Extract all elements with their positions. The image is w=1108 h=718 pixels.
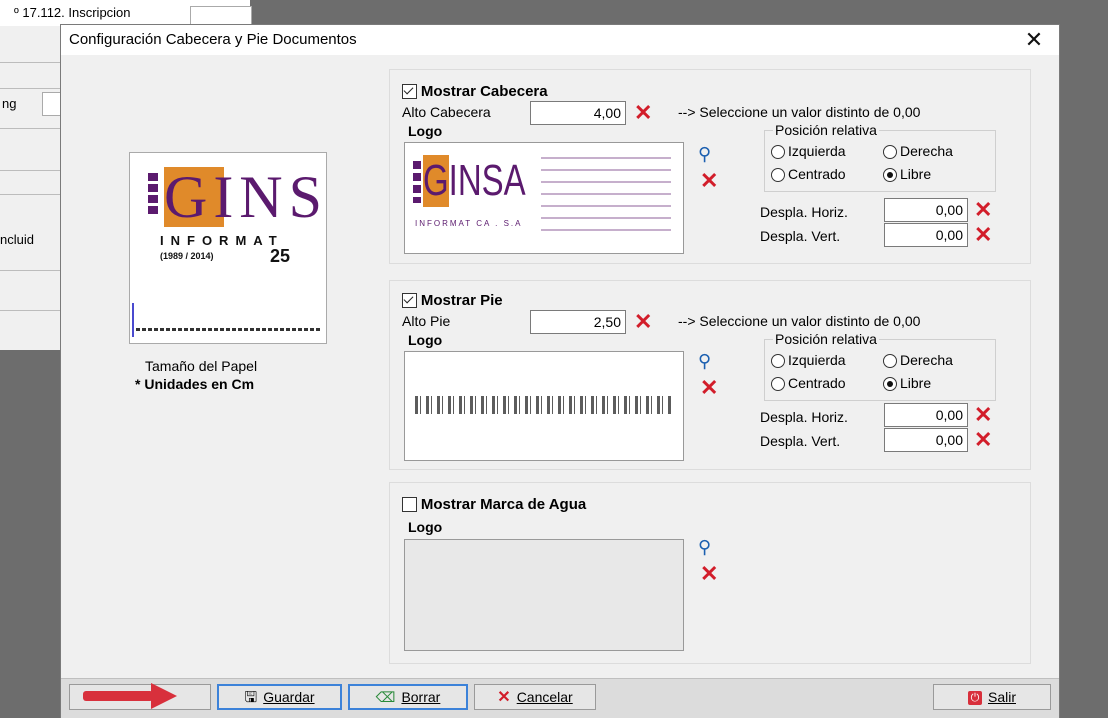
header-horiz-label: Despla. Horiz. [760,204,848,220]
show-header-checkbox[interactable]: Mostrar Cabecera [402,82,548,100]
footer-position-group: Posición relativa Izquierda Derecha Cent… [764,331,996,401]
checkbox-icon [402,292,417,308]
header-hint: --> Seleccione un valor distinto de 0,00 [678,104,921,120]
footer-group: Mostrar Pie Alto Pie 2,50 ✕ --> Seleccio… [389,280,1031,470]
eraser-icon: ⌫ [375,689,396,705]
button-bar: 🖫 Guardar ⌫ Borrar ✕ Cancelar ⏻ Salir [61,678,1059,718]
footer-height-input[interactable]: 2,50 [530,310,626,334]
clear-logo-icon[interactable]: ✕ [700,563,718,585]
show-watermark-label: Mostrar Marca de Agua [420,495,587,513]
header-radio-izquierda[interactable]: Izquierda [771,143,846,160]
radio-icon [883,145,897,160]
footer-logo-image [415,396,671,414]
header-logo-details [541,157,671,241]
search-logo-icon[interactable]: ⚲ [698,144,711,165]
header-logo-preview: GINSA INFORMAT CA . S.A [404,142,684,254]
header-vert-input[interactable]: 0,00 [884,223,968,247]
dialog-titlebar: Configuración Cabecera y Pie Documentos … [61,25,1059,55]
radio-icon [883,168,897,183]
cancel-icon: ✕ [497,689,511,706]
background-label-incluid: ncluid [0,232,34,247]
exit-button[interactable]: ⏻ Salir [933,684,1051,710]
delete-button[interactable]: ⌫ Borrar [348,684,468,710]
header-horiz-input[interactable]: 0,00 [884,198,968,222]
show-footer-checkbox[interactable]: Mostrar Pie [402,291,503,309]
footer-logo-label: Logo [408,332,443,348]
close-icon[interactable]: ✕ [1019,25,1049,55]
radio-icon [771,377,785,392]
header-position-group: Posición relativa Izquierda Derecha Cent… [764,122,996,192]
watermark-logo-preview [404,539,684,651]
clear-footer-height-icon[interactable]: ✕ [634,311,652,333]
header-radio-libre[interactable]: Libre [883,166,931,183]
radio-icon [771,168,785,183]
footer-vert-label: Despla. Vert. [760,433,841,449]
paper-logo-years: (1989 / 2014) [160,251,214,261]
logo-bars-icon [148,173,158,221]
radio-icon [883,354,897,369]
watermark-logo-label: Logo [408,519,443,535]
logo-bars-icon [413,161,421,207]
clear-footer-vert-icon[interactable]: ✕ [974,429,992,451]
paper-logo-subtitle: INFORMAT [160,233,284,248]
search-logo-icon[interactable]: ⚲ [698,351,711,372]
background-label-ng: ng [2,96,17,111]
checkbox-icon [402,496,417,512]
clear-header-vert-icon[interactable]: ✕ [974,224,992,246]
clear-logo-icon[interactable]: ✕ [700,377,718,399]
arrow-annotation-icon [83,691,153,701]
header-radio-centrado[interactable]: Centrado [771,166,846,183]
show-header-label: Mostrar Cabecera [420,82,548,100]
search-logo-icon[interactable]: ⚲ [698,537,711,558]
header-group: Mostrar Cabecera Alto Cabecera 4,00 ✕ --… [389,69,1031,264]
paper-preview: GINSA INFORMAT (1989 / 2014) 25 [129,152,327,344]
radio-icon [771,145,785,160]
header-position-legend: Posición relativa [773,122,879,138]
header-vert-label: Despla. Vert. [760,228,841,244]
clear-header-height-icon[interactable]: ✕ [634,102,652,124]
radio-icon [771,354,785,369]
watermark-group: Mostrar Marca de Agua Logo ⚲ ✕ [389,482,1031,664]
paper-logo-text: GINSA [164,165,324,229]
header-logo-subtitle: INFORMAT CA . S.A [415,219,523,228]
radio-icon [883,377,897,392]
footer-vert-input[interactable]: 0,00 [884,428,968,452]
footer-logo-preview [404,351,684,461]
clear-logo-icon[interactable]: ✕ [700,170,718,192]
footer-radio-centrado[interactable]: Centrado [771,375,846,392]
header-logo-text: GINSA [423,156,526,205]
footer-horiz-label: Despla. Horiz. [760,409,848,425]
show-watermark-checkbox[interactable]: Mostrar Marca de Agua [402,495,586,513]
clear-header-horiz-icon[interactable]: ✕ [974,199,992,221]
paper-size-label: Tamaño del Papel [145,358,258,374]
save-button[interactable]: 🖫 Guardar [217,684,342,710]
arrow-head-icon [151,683,177,709]
footer-height-label: Alto Pie [402,313,451,329]
clear-footer-horiz-icon[interactable]: ✕ [974,404,992,426]
header-radio-derecha[interactable]: Derecha [883,143,953,160]
paper-footer-text [136,328,320,331]
config-dialog: Configuración Cabecera y Pie Documentos … [60,24,1060,718]
checkbox-icon [402,83,417,99]
footer-radio-libre[interactable]: Libre [883,375,931,392]
floppy-icon: 🖫 [244,689,258,706]
dialog-title: Configuración Cabecera y Pie Documentos [69,31,357,48]
header-logo-label: Logo [408,123,443,139]
footer-radio-izquierda[interactable]: Izquierda [771,352,846,369]
footer-horiz-input[interactable]: 0,00 [884,403,968,427]
footer-radio-derecha[interactable]: Derecha [883,352,953,369]
show-footer-label: Mostrar Pie [420,291,503,309]
units-note: * Unidades en Cm [135,376,255,392]
header-height-label: Alto Cabecera [402,104,491,120]
power-icon: ⏻ [967,691,982,706]
footer-hint: --> Seleccione un valor distinto de 0,00 [678,313,921,329]
header-height-input[interactable]: 4,00 [530,101,626,125]
footer-position-legend: Posición relativa [773,331,879,347]
paper-margin-line [132,303,134,337]
cancel-button[interactable]: ✕ Cancelar [474,684,596,710]
paper-logo-25: 25 [270,246,291,266]
